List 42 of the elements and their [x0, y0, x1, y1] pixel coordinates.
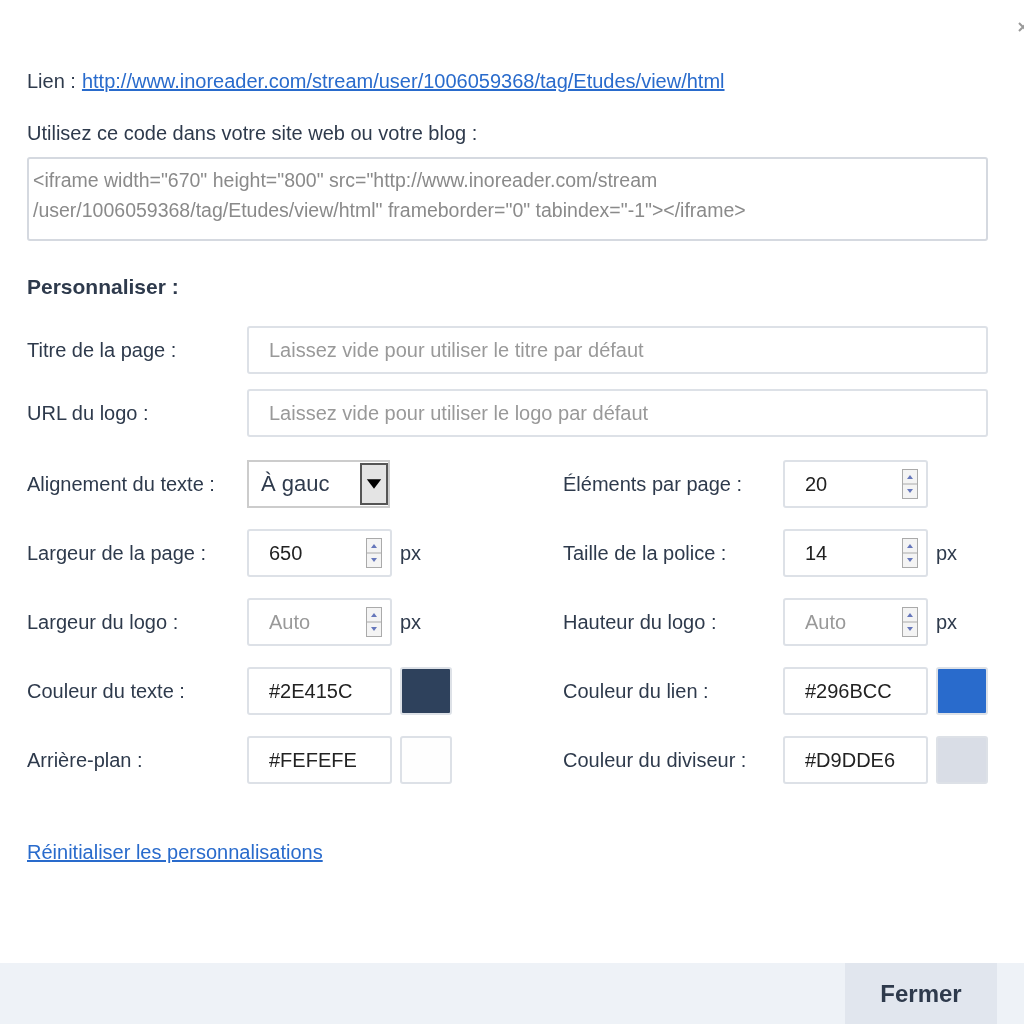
alignment-dropdown[interactable]: À gauc	[247, 460, 390, 508]
unit-label: px	[936, 541, 958, 565]
color-swatch[interactable]	[400, 736, 452, 784]
stepper-arrows-icon[interactable]	[902, 607, 918, 637]
number-field[interactable]: 14	[783, 529, 928, 577]
stepper-arrows-icon[interactable]	[366, 538, 382, 568]
field-label: Hauteur du logo :	[563, 609, 718, 635]
text-field[interactable]: Laissez vide pour utiliser le logo par défaut	[247, 389, 988, 437]
color-field[interactable]: #296BCC	[783, 667, 928, 715]
field-label: Couleur du texte :	[27, 678, 186, 704]
stepper-arrows-icon[interactable]	[366, 607, 382, 637]
field-label: Taille de la police :	[563, 540, 728, 566]
field-label: Arrière-plan :	[27, 747, 144, 773]
stream-link[interactable]: http://www.inoreader.com/stream/user/1006059368/tag/Etudes/view/html	[81, 70, 725, 93]
unit-label: px	[400, 610, 422, 634]
section-heading: Personnaliser :	[27, 275, 180, 299]
field-label: Éléments par page :	[563, 471, 743, 497]
field-label: Alignement du texte :	[27, 471, 216, 497]
stepper-arrows-icon[interactable]	[902, 469, 918, 499]
field-label: URL du logo :	[27, 400, 150, 426]
field-label: Titre de la page :	[27, 337, 178, 363]
color-swatch[interactable]	[936, 736, 988, 784]
color-swatch[interactable]	[400, 667, 452, 715]
number-field[interactable]: 20	[783, 460, 928, 508]
stepper-arrows-icon[interactable]	[902, 538, 918, 568]
color-field[interactable]: #FEFEFE	[247, 736, 392, 784]
unit-label: px	[400, 541, 422, 565]
number-field[interactable]: 650	[247, 529, 392, 577]
field-label: Largeur du logo :	[27, 609, 180, 635]
reset-link[interactable]: Réinitialiser les personnalisations	[27, 841, 323, 864]
color-field[interactable]: #2E415C	[247, 667, 392, 715]
color-field[interactable]: #D9DDE6	[783, 736, 928, 784]
field-label: Couleur du lien :	[563, 678, 710, 704]
close-button[interactable]: Fermer	[845, 963, 997, 1024]
embed-label: Utilisez ce code dans votre site web ou votre blog :	[27, 122, 479, 145]
caret-icon	[360, 463, 388, 505]
unit-label: px	[936, 610, 958, 634]
field-label: Couleur du diviseur :	[563, 747, 748, 773]
text-field[interactable]: Laissez vide pour utiliser le titre par défaut	[247, 326, 988, 374]
link-label: Lien :	[27, 70, 76, 93]
color-swatch[interactable]	[936, 667, 988, 715]
field-label: Largeur de la page :	[27, 540, 208, 566]
